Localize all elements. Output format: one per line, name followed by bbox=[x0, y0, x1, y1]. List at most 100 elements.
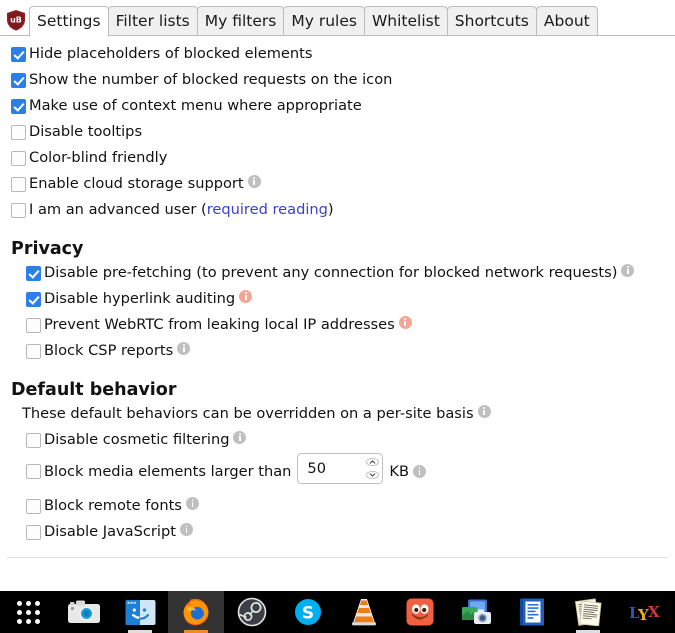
chevron-up-icon[interactable] bbox=[365, 456, 379, 469]
option-label[interactable]: Hide placeholders of blocked elements bbox=[29, 45, 312, 63]
stepper-buttons bbox=[365, 454, 382, 483]
taskbar-item-screenshot[interactable] bbox=[56, 591, 112, 633]
checkbox-disable-cosmetic-filtering[interactable] bbox=[26, 433, 41, 448]
info-icon[interactable] bbox=[233, 431, 247, 444]
advanced-user-prefix: I am an advanced user ( bbox=[29, 201, 207, 218]
default-behavior-heading: Default behavior bbox=[11, 380, 177, 400]
checkbox-disable-javascript[interactable] bbox=[26, 525, 41, 540]
info-icon[interactable] bbox=[239, 290, 253, 303]
section-divider bbox=[7, 557, 668, 558]
checkbox-disable-prefetching[interactable] bbox=[26, 266, 41, 281]
firefox-icon bbox=[181, 597, 211, 627]
checkbox-context-menu[interactable] bbox=[11, 99, 26, 114]
tab-my-rules[interactable]: My rules bbox=[283, 6, 365, 36]
media-size-input[interactable] bbox=[298, 454, 366, 483]
advanced-user-suffix: ) bbox=[327, 201, 334, 218]
taskbar-item-skype[interactable]: S bbox=[280, 591, 336, 633]
taskbar-item-steam[interactable] bbox=[224, 591, 280, 633]
info-icon[interactable] bbox=[398, 316, 412, 329]
chevron-down-icon[interactable] bbox=[365, 469, 379, 482]
option-show-blocked-count[interactable]: Show the number of blocked requests on t… bbox=[0, 71, 675, 89]
info-icon[interactable] bbox=[621, 264, 635, 277]
camera-screenshot-icon bbox=[67, 598, 101, 626]
info-icon[interactable] bbox=[247, 175, 261, 188]
option-advanced-user[interactable]: I am an advanced user (required reading) bbox=[0, 201, 675, 219]
info-icon[interactable] bbox=[179, 523, 193, 536]
option-disable-prefetching[interactable]: Disable pre-fetching (to prevent any con… bbox=[0, 264, 675, 282]
tab-about[interactable]: About bbox=[535, 6, 598, 36]
info-icon[interactable] bbox=[177, 342, 191, 355]
privacy-heading: Privacy bbox=[11, 239, 84, 259]
settings-panel: Hide placeholders of blocked elements Sh… bbox=[0, 36, 675, 574]
ublock-shield-icon: uB bbox=[6, 9, 26, 31]
media-size-stepper[interactable] bbox=[297, 453, 384, 484]
info-icon[interactable] bbox=[185, 497, 199, 510]
steam-icon bbox=[237, 597, 267, 627]
option-label[interactable]: Disable cosmetic filtering bbox=[44, 431, 229, 449]
tab-my-filters[interactable]: My filters bbox=[196, 6, 285, 36]
info-icon[interactable] bbox=[413, 465, 427, 478]
taskbar-item-gimp[interactable] bbox=[392, 591, 448, 633]
option-disable-javascript[interactable]: Disable JavaScript bbox=[0, 523, 675, 541]
block-media-label[interactable]: Block media elements larger than bbox=[44, 463, 291, 481]
taskbar-item-lyx[interactable]: L Y X bbox=[616, 591, 672, 633]
option-label[interactable]: Disable tooltips bbox=[29, 123, 142, 141]
option-color-blind-friendly[interactable]: Color-blind friendly bbox=[0, 149, 675, 167]
option-label[interactable]: Block remote fonts bbox=[44, 497, 182, 515]
option-label[interactable]: Block CSP reports bbox=[44, 342, 173, 360]
option-context-menu[interactable]: Make use of context menu where appropria… bbox=[0, 97, 675, 115]
checkbox-prevent-webrtc-leak[interactable] bbox=[26, 318, 41, 333]
option-hide-placeholders[interactable]: Hide placeholders of blocked elements bbox=[0, 45, 675, 63]
option-label: I am an advanced user (required reading) bbox=[29, 201, 334, 219]
option-label[interactable]: Show the number of blocked requests on t… bbox=[29, 71, 392, 89]
checkbox-hide-placeholders[interactable] bbox=[11, 47, 26, 62]
option-label[interactable]: Disable hyperlink auditing bbox=[44, 290, 235, 308]
tab-filter-lists[interactable]: Filter lists bbox=[107, 6, 198, 36]
required-reading-link[interactable]: required reading bbox=[207, 201, 328, 218]
option-disable-cosmetic-filtering[interactable]: Disable cosmetic filtering bbox=[0, 431, 675, 449]
tab-shortcuts[interactable]: Shortcuts bbox=[446, 6, 537, 36]
app-grid-icon bbox=[16, 600, 40, 624]
svg-text:S: S bbox=[302, 604, 314, 624]
taskbar-item-firefox[interactable] bbox=[168, 591, 224, 633]
option-label[interactable]: Prevent WebRTC from leaking local IP add… bbox=[44, 316, 395, 334]
option-label[interactable]: Enable cloud storage support bbox=[29, 175, 244, 193]
checkbox-color-blind-friendly[interactable] bbox=[11, 151, 26, 166]
option-label[interactable]: Color-blind friendly bbox=[29, 149, 167, 167]
checkbox-block-media-elements[interactable] bbox=[26, 464, 41, 479]
option-block-media-elements[interactable]: Block media elements larger than KB bbox=[0, 453, 675, 484]
taskbar-item-image-viewer[interactable] bbox=[448, 591, 504, 633]
gimp-icon bbox=[405, 597, 435, 627]
tab-whitelist[interactable]: Whitelist bbox=[363, 6, 448, 36]
taskbar-item-text-documents[interactable] bbox=[560, 591, 616, 633]
option-disable-hyperlink-auditing[interactable]: Disable hyperlink auditing bbox=[0, 290, 675, 308]
taskbar-item-file-manager[interactable] bbox=[112, 591, 168, 633]
checkbox-show-blocked-count[interactable] bbox=[11, 73, 26, 88]
option-label[interactable]: Make use of context menu where appropria… bbox=[29, 97, 362, 115]
info-icon[interactable] bbox=[477, 405, 491, 418]
taskbar-item-document-editor[interactable] bbox=[504, 591, 560, 633]
checkbox-cloud-storage[interactable] bbox=[11, 177, 26, 192]
file-manager-icon bbox=[125, 599, 156, 626]
document-editor-icon bbox=[518, 597, 546, 627]
image-viewer-icon bbox=[460, 598, 492, 626]
option-block-remote-fonts[interactable]: Block remote fonts bbox=[0, 497, 675, 515]
option-label[interactable]: Disable pre-fetching (to prevent any con… bbox=[44, 264, 617, 282]
svg-text:uB: uB bbox=[10, 16, 22, 25]
skype-icon: S bbox=[293, 597, 323, 627]
option-disable-tooltips[interactable]: Disable tooltips bbox=[0, 123, 675, 141]
checkbox-block-csp-reports[interactable] bbox=[26, 344, 41, 359]
taskbar-item-app-grid[interactable] bbox=[0, 591, 56, 633]
taskbar-item-vlc[interactable] bbox=[336, 591, 392, 633]
checkbox-advanced-user[interactable] bbox=[11, 203, 26, 218]
option-cloud-storage[interactable]: Enable cloud storage support bbox=[0, 175, 675, 193]
media-size-unit: KB bbox=[389, 462, 410, 480]
option-label[interactable]: Disable JavaScript bbox=[44, 523, 176, 541]
checkbox-block-remote-fonts[interactable] bbox=[26, 499, 41, 514]
checkbox-disable-hyperlink-auditing[interactable] bbox=[26, 292, 41, 307]
option-prevent-webrtc-leak[interactable]: Prevent WebRTC from leaking local IP add… bbox=[0, 316, 675, 334]
option-block-csp-reports[interactable]: Block CSP reports bbox=[0, 342, 675, 360]
default-behavior-note: These default behaviors can be overridde… bbox=[22, 405, 675, 423]
tab-settings[interactable]: Settings bbox=[29, 6, 109, 37]
checkbox-disable-tooltips[interactable] bbox=[11, 125, 26, 140]
